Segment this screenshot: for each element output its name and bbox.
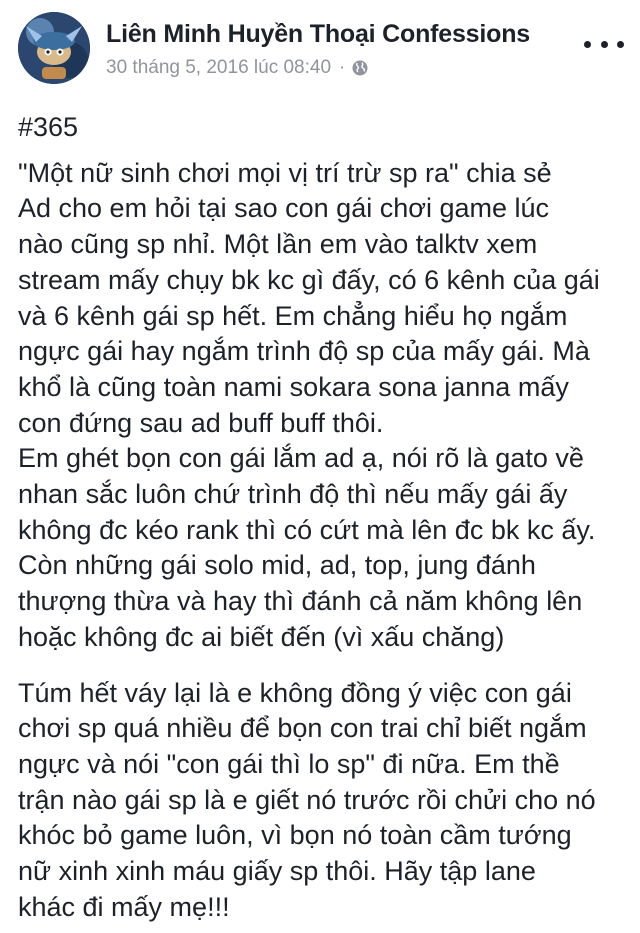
more-options-button[interactable]	[584, 34, 624, 54]
post-text-line: nào cũng sp nhỉ. Một lần em vào talktv x…	[18, 229, 538, 260]
post-paragraph-2: Túm hết váy lại là e không đồng ý việc c…	[18, 676, 628, 926]
post-text-line: khác đi mấy mẹ!!!	[18, 891, 230, 922]
meta-separator: ·	[339, 57, 346, 78]
post-text-line: Còn những gái solo mid, ad, top, jung đá…	[18, 550, 536, 581]
post-text-line: Túm hết váy lại là e không đồng ý việc c…	[18, 677, 572, 708]
post-text-line: khóc bỏ game luôn, vì bọn nó toàn cầm tư…	[18, 820, 572, 851]
avatar-image	[18, 12, 90, 84]
more-dot	[584, 40, 591, 48]
post-text-line: ngực và nói "con gái thì lo sp" đi nữa. …	[18, 748, 560, 779]
post-text-line: Em ghét bọn con gái lắm ad ạ, nói rõ là …	[18, 443, 584, 474]
post-text-line: con đứng sau ad buff buff thôi.	[18, 407, 384, 438]
post-text-line: nhan sắc luôn chứ trình độ thì nếu mấy g…	[18, 479, 568, 510]
post-text-line: thượng thừa và hay thì đánh cả năm không…	[18, 586, 583, 617]
post-text-line: Ad cho em hỏi tại sao con gái chơi game …	[18, 193, 549, 224]
more-dot	[617, 40, 624, 48]
post-text-line: không đc kéo rank thì có cứt mà lên đc b…	[18, 514, 596, 545]
globe-icon	[352, 60, 368, 76]
post-timestamp[interactable]: 30 tháng 5, 2016 lúc 08:40	[106, 57, 331, 79]
post-text-line: khổ là cũng toàn nami sokara sona janna …	[18, 371, 569, 402]
post-text-line: và 6 kênh gái sp hết. Em chẳng hiểu họ n…	[18, 300, 568, 331]
post-text-line: "Một nữ sinh chơi mọi vị trí trừ sp ra" …	[18, 157, 552, 188]
post-hashtag[interactable]: #365	[18, 110, 628, 146]
page-name-link[interactable]: Liên Minh Huyền Thoại Confessions	[106, 20, 530, 49]
post-text-line: chơi sp quá nhiều để bọn con trai chỉ bi…	[18, 713, 587, 744]
post-meta: 30 tháng 5, 2016 lúc 08:40 ·	[106, 57, 369, 79]
post-text-line: trận nào gái sp là e giết nó trước rồi c…	[18, 784, 596, 815]
more-dot	[600, 40, 608, 48]
post-text-line: stream mấy chụy bk kc gì đấy, có 6 kênh …	[18, 264, 600, 295]
post-paragraph-1: "Một nữ sinh chơi mọi vị trí trừ sp ra" …	[18, 156, 628, 656]
post-text-line: nữ xinh xinh máu giấy sp thôi. Hãy tập l…	[18, 856, 536, 887]
post-text-line: ngực gái hay ngắm trình độ sp của mấy gá…	[18, 336, 590, 367]
post-body: #365 "Một nữ sinh chơi mọi vị trí trừ sp…	[18, 110, 628, 925]
page-avatar[interactable]	[18, 12, 90, 84]
post-text-line: hoặc không đc ai biết đến (vì xấu chăng)	[18, 621, 505, 652]
post-header: Liên Minh Huyền Thoại Confessions 30 thá…	[0, 0, 640, 92]
